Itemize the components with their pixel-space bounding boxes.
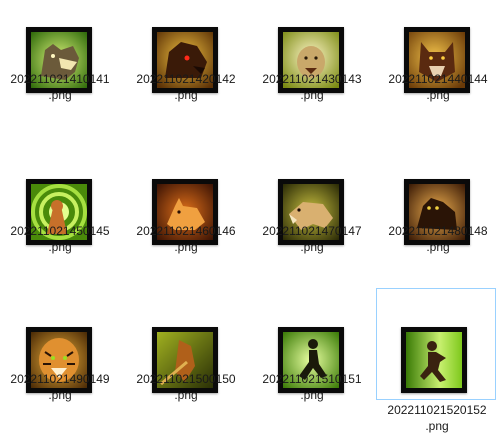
file-item[interactable]: 202211021440144 .png [378, 0, 498, 112]
file-item[interactable]: 202211021490149 .png [0, 300, 120, 412]
file-name: 202211021410141 .png [10, 72, 110, 102]
file-name: 202211021510151 .png [262, 372, 362, 402]
file-item[interactable]: 202211021480148 .png [378, 152, 498, 264]
file-thumbnail-grid: 202211021410141 .png 202211021420142 .png [0, 0, 498, 446]
file-name: 202211021450145 .png [10, 224, 110, 254]
file-name: 202211021480148 .png [388, 224, 488, 254]
file-name: 202211021430143 .png [262, 72, 362, 102]
file-item[interactable]: 202211021430143 .png [252, 0, 372, 112]
file-item[interactable]: 202211021410141 .png [0, 0, 120, 112]
file-name: 202211021420142 .png [136, 72, 236, 102]
dash-silhouette-icon [406, 332, 462, 388]
file-item-selected[interactable]: 202211021520152 .png [376, 288, 496, 433]
thumbnail [401, 327, 467, 393]
file-item[interactable]: 202211021500150 .png [126, 300, 246, 412]
file-name: 202211021440144 .png [388, 72, 488, 102]
file-item[interactable]: 202211021470147 .png [252, 152, 372, 264]
file-item[interactable]: 202211021510151 .png [252, 300, 372, 412]
file-name: 202211021500150 .png [136, 372, 236, 402]
file-name: 202211021460146 .png [136, 224, 236, 254]
file-name: 202211021470147 .png [262, 224, 362, 254]
file-item[interactable]: 202211021420142 .png [126, 0, 246, 112]
file-item[interactable]: 202211021450145 .png [0, 152, 120, 264]
file-name: 202211021490149 .png [10, 372, 110, 402]
file-name: 202211021520152 .png [387, 403, 487, 433]
file-item[interactable]: 202211021460146 .png [126, 152, 246, 264]
